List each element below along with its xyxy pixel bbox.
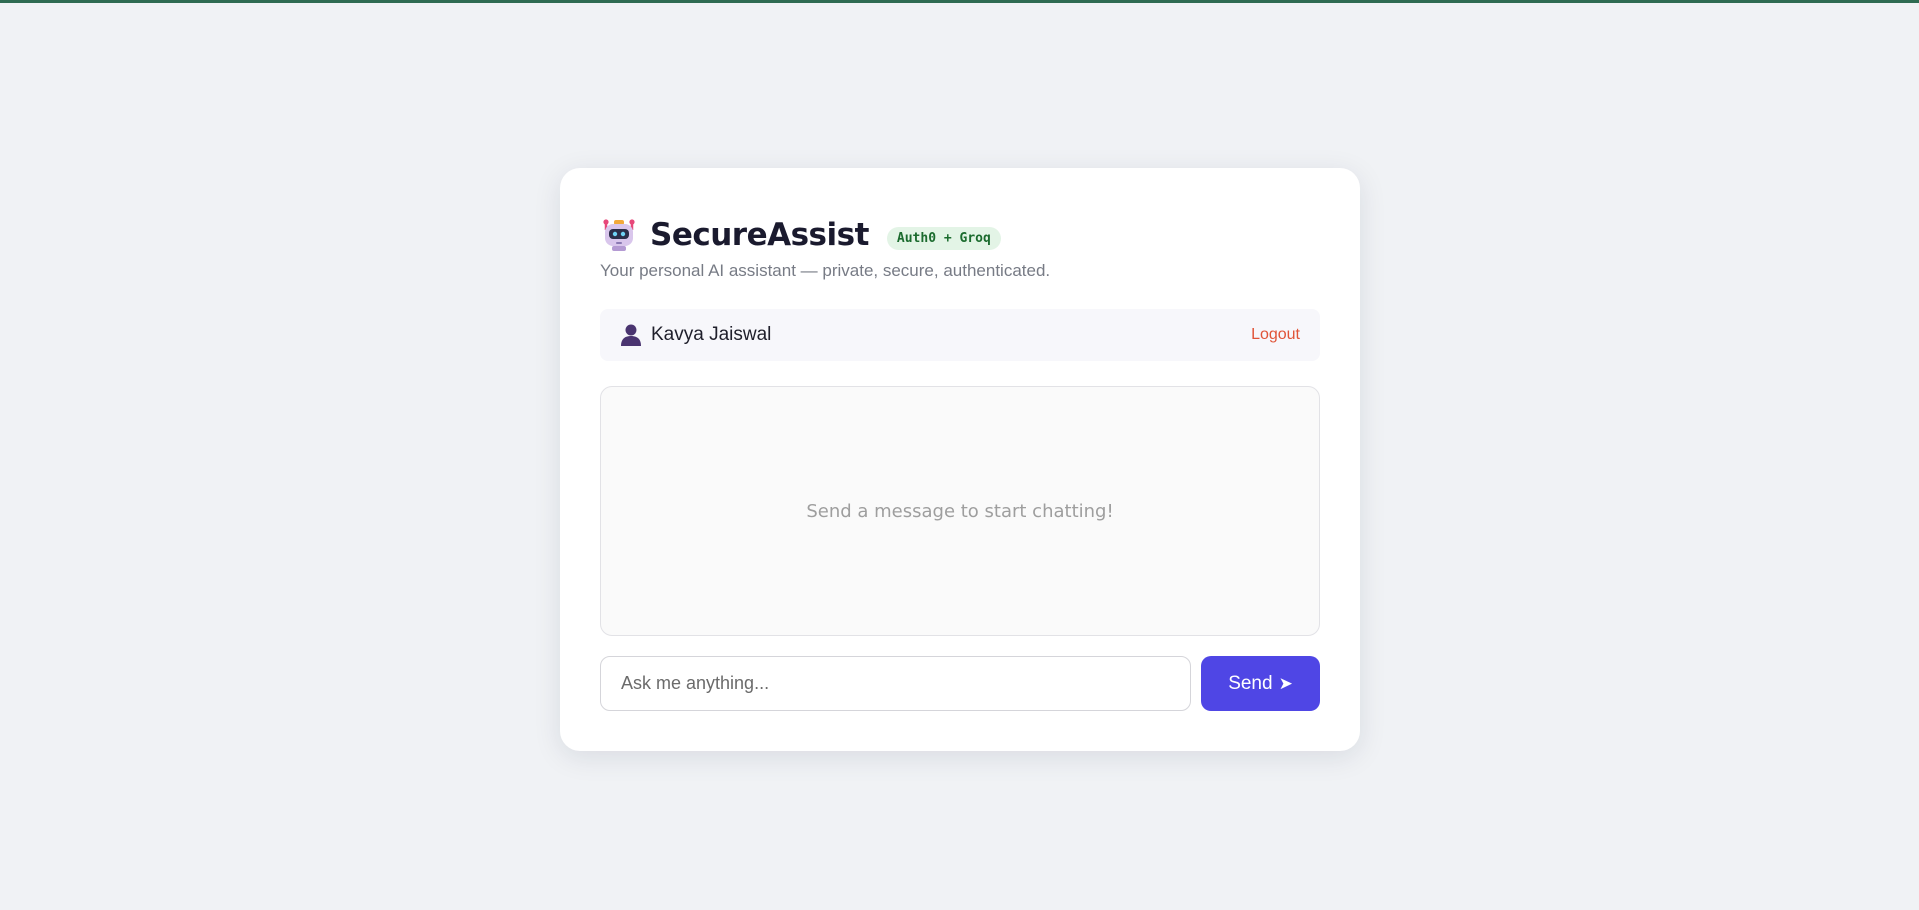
robot-icon	[600, 216, 638, 254]
app-title: SecureAssist	[650, 217, 869, 253]
app-subtitle: Your personal AI assistant — private, se…	[600, 261, 1051, 280]
user-info: Kavya Jaiswal	[620, 323, 771, 347]
assistant-card: SecureAssist Auth0 + Groq Your personal …	[560, 168, 1360, 751]
send-arrow-icon: ➤	[1278, 673, 1293, 693]
user-silhouette-icon	[620, 323, 642, 347]
top-accent-strip	[0, 0, 1919, 3]
chat-empty-state: Send a message to start chatting!	[806, 500, 1114, 522]
logout-link[interactable]: Logout	[1251, 326, 1300, 344]
composer: Send ➤	[600, 656, 1320, 711]
user-name: Kavya Jaiswal	[651, 324, 772, 345]
send-button[interactable]: Send ➤	[1201, 656, 1320, 711]
send-button-label: Send	[1228, 672, 1273, 694]
user-bar: Kavya Jaiswal Logout	[600, 309, 1320, 361]
chat-messages-area[interactable]: Send a message to start chatting!	[600, 386, 1320, 636]
app-header: SecureAssist Auth0 + Groq	[600, 214, 1001, 256]
message-input[interactable]	[600, 656, 1191, 711]
tech-badge: Auth0 + Groq	[886, 226, 1001, 250]
